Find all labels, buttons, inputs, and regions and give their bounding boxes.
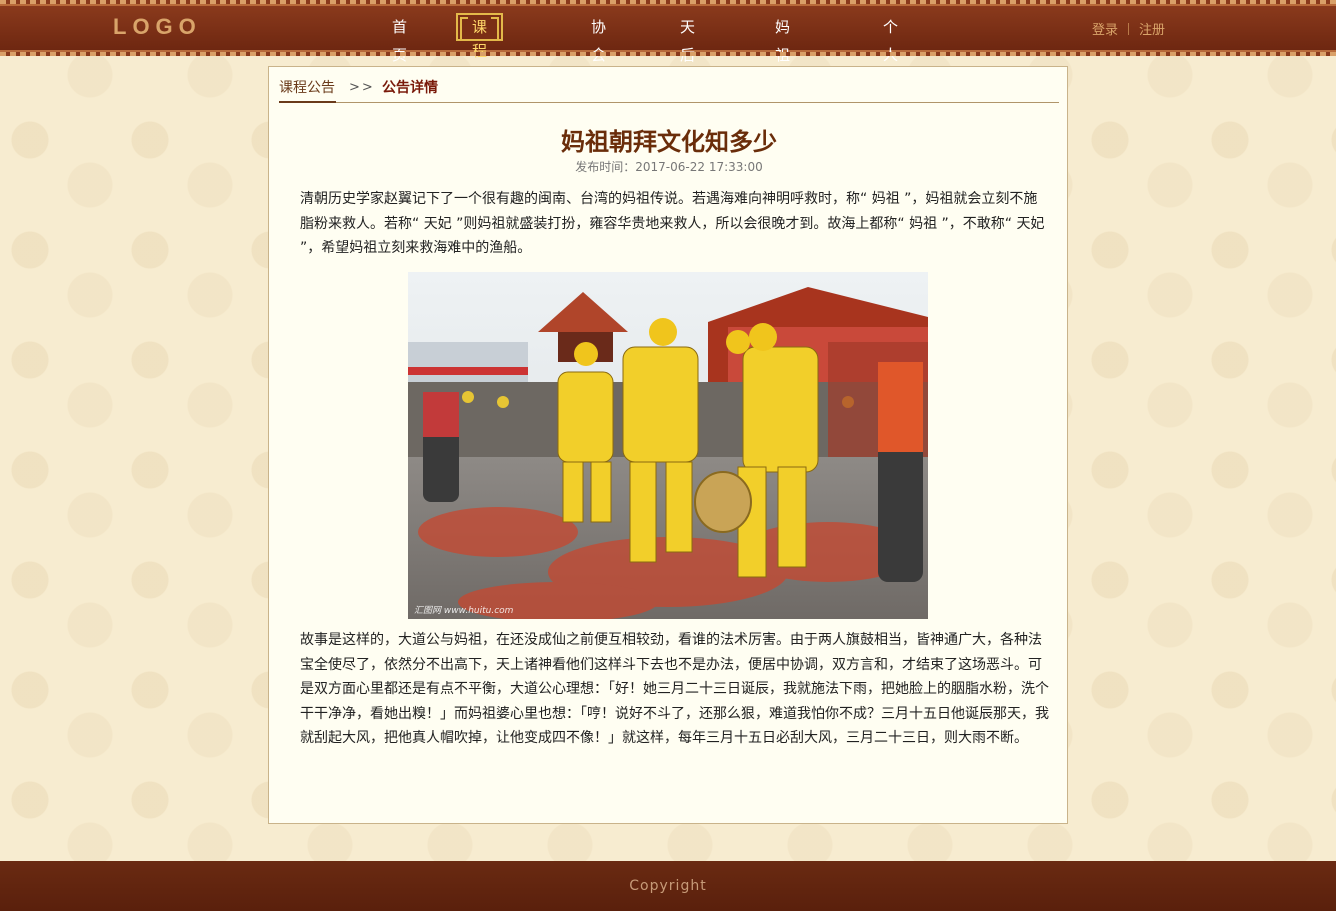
- publish-time: 发布时间：2017-06-22 17:33:00: [575, 160, 763, 174]
- nav-mazu-world[interactable]: 妈祖世界: [775, 13, 790, 120]
- mazu-procession-image: [408, 272, 928, 619]
- copyright-text: Copyright: [629, 878, 707, 894]
- image-watermark: 汇图网 www.huitu.com: [414, 606, 514, 616]
- nav-home[interactable]: 首页: [392, 13, 407, 64]
- top-header: LOGO 首页 课程学院 协会 天后宫 妈祖世界 个人中心 登录 注册: [0, 0, 1336, 120]
- auth-divider: [1128, 23, 1130, 35]
- site-logo[interactable]: LOGO: [113, 14, 202, 40]
- nav-tianhou-temple[interactable]: 天后宫: [680, 13, 695, 92]
- breadcrumb-current: 公告详情: [382, 80, 438, 96]
- article-paragraph-2: 故事是这样的，大道公与妈祖，在还没成仙之前便互相较劲，看谁的法术厉害。由于两人旗…: [300, 632, 1049, 746]
- content-panel: 课程公告 >> 公告详情 妈祖朝拜文化知多少 发布时间：2017-06-22 1…: [268, 66, 1068, 824]
- breadcrumb: 课程公告 >> 公告详情: [279, 77, 1059, 103]
- nav-course-academy[interactable]: 课程学院: [456, 13, 504, 108]
- auth-links: 登录 注册: [1092, 19, 1165, 38]
- nav-personal-center[interactable]: 个人中心: [883, 13, 898, 120]
- login-link[interactable]: 登录: [1092, 23, 1118, 38]
- article-title: 妈祖朝拜文化知多少: [561, 128, 777, 156]
- article-photo: 汇图网 www.huitu.com: [408, 272, 928, 619]
- nav-association[interactable]: 协会: [591, 13, 606, 64]
- register-link[interactable]: 注册: [1139, 23, 1165, 38]
- breadcrumb-separator: >>: [349, 80, 375, 95]
- article-paragraph-1: 清朝历史学家赵翼记下了一个很有趣的闽南、台湾的妈祖传说。若遇海难向神明呼救时，称…: [300, 191, 1045, 256]
- footer: Copyright: [0, 861, 1336, 911]
- breadcrumb-course-notice[interactable]: 课程公告: [279, 77, 336, 103]
